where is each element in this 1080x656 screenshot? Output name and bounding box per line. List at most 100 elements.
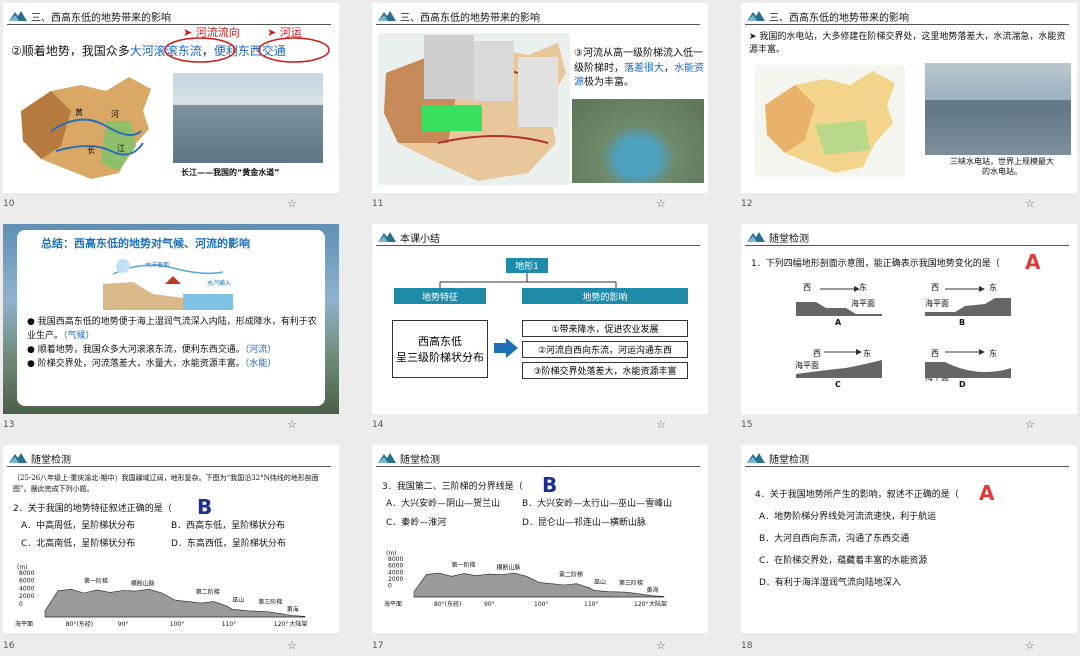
slide-number: 11	[372, 199, 384, 209]
profile-b	[925, 286, 1011, 316]
option-c: C．北高南低，呈阶梯状分布	[21, 539, 136, 549]
profile-a	[796, 286, 882, 316]
slide-title: 随堂检测	[400, 455, 440, 466]
slide-footer: 12 ☆	[741, 196, 1077, 214]
slide-footer: 18 ☆	[741, 638, 1077, 656]
slide-thumb-15[interactable]: 随堂检测 1．下列四幅地形剖面示意图，能正确表示我国地势变化的是（ A 西 东 …	[741, 224, 1077, 414]
slide-text: ②顺着地势，我国众多大河滚滚东流，便利东西交通	[11, 44, 286, 58]
x-tick-label: 110°	[222, 621, 236, 628]
china-hydropower-map	[755, 65, 905, 177]
right-header: 地势的影响	[522, 288, 688, 304]
terrain-profile-chart: (m)80006000400020000第一阶梯第二阶梯第三阶梯横断山脉巫山黄海…	[15, 564, 307, 628]
three-gorges-photo	[925, 63, 1071, 155]
terrain-profile: (m) 8000 6000 4000 2000 0 第一阶梯 第二阶梯 第三阶梯 横断山脉 巫山 黄海…	[15, 553, 315, 629]
slide-number: 15	[741, 420, 753, 430]
slide-thumb-11[interactable]: 三、西高东低的地势带来的影响 ③河流从高一级阶梯流入低一级阶梯时，落差很大，水能…	[372, 3, 708, 193]
map-label: 长	[87, 146, 95, 155]
star-icon[interactable]: ☆	[656, 418, 666, 431]
slide-title: 随堂检测	[31, 455, 71, 466]
step-label: 第一阶梯	[452, 561, 476, 569]
option-d: D．有利于海洋湿润气流向陆地深入	[759, 578, 901, 588]
slide-thumb-17[interactable]: 随堂检测 3．我国第二、三阶梯的分界线是（ B A．大兴安岭—阴山—贺兰山 B．…	[372, 445, 708, 633]
connector-lines	[439, 273, 617, 288]
slide-title: 本课小结	[400, 234, 440, 245]
y-tick-label: 4000	[19, 585, 34, 592]
star-icon[interactable]: ☆	[656, 639, 666, 652]
slide-number: 14	[372, 420, 384, 430]
step-label: 第二阶梯	[559, 571, 583, 579]
slide-thumb-10[interactable]: 三、西高东低的地势带来的影响 ②顺着地势，我国众多大河滚滚东流，便利东西交通 ➤…	[3, 3, 339, 193]
slide-title: 总结：西高东低的地势对气候、河流的影响	[41, 237, 250, 250]
y-tick-label: 2000	[19, 593, 34, 600]
feature-label: 大陆架	[649, 600, 667, 608]
feature-label: 黄海	[287, 605, 299, 613]
slide-header: 三、西高东低的地势带来的影响	[7, 7, 331, 25]
star-icon[interactable]: ☆	[1025, 639, 1035, 652]
annotation-shipping: ➤ 河运	[267, 26, 302, 39]
mountain-icon	[747, 232, 765, 242]
slide-footer: 14 ☆	[372, 417, 708, 435]
bullet-item: ● 顺着地势，我国众多大河滚滚东流，便利东西交通。（河流）	[27, 344, 277, 355]
slide-title: 随堂检测	[769, 234, 809, 245]
x-tick-label: 90°	[118, 621, 129, 628]
option-label: B	[959, 318, 966, 327]
slide-text: ③河流从高一级阶梯流入低一级阶梯时，落差很大，水能资源极为丰富。	[574, 48, 704, 88]
option-label: C	[835, 380, 841, 389]
x-tick-label: 120°	[274, 621, 288, 628]
slide-thumb-14[interactable]: 本课小结 地形1 地势特征 地势的影响 西高东低 呈三级阶梯状分布 ①带来降水，…	[372, 224, 708, 414]
feature-label: 巫山	[594, 578, 606, 586]
slide-number: 18	[741, 641, 753, 651]
star-icon[interactable]: ☆	[1025, 197, 1035, 210]
star-icon[interactable]: ☆	[287, 197, 297, 210]
arrow-right-icon	[494, 338, 518, 358]
slide-title: 三、西高东低的地势带来的影响	[31, 13, 171, 24]
slide-footer: 13 ☆	[3, 417, 339, 435]
option-label: D	[959, 380, 966, 389]
x-tick-label: 80°(东经)	[434, 600, 461, 608]
option-a: A．地势阶梯分界线处河流流速快，利于航运	[759, 512, 937, 522]
slide-thumb-18[interactable]: 随堂检测 4．关于我国地势所产生的影响，叙述不正确的是（ A A．地势阶梯分界线…	[741, 445, 1077, 633]
slide-number: 12	[741, 199, 753, 209]
slide-number: 10	[3, 199, 15, 209]
answer-mark: B	[197, 495, 213, 519]
x-tick-label: 100°	[534, 601, 548, 608]
diagram-label: 水汽输入	[207, 280, 232, 287]
photo-caption: 长江——我国的“黄金水道”	[181, 168, 280, 177]
answer-mark: A	[979, 481, 995, 505]
x-tick-label: 100°	[170, 621, 184, 628]
profile-c	[796, 349, 882, 378]
option-c: C．在阶梯交界处，蕴藏着丰富的水能资源	[759, 556, 928, 566]
star-icon[interactable]: ☆	[656, 197, 666, 210]
slide-footer: 15 ☆	[741, 417, 1077, 435]
slide-thumb-16[interactable]: 随堂检测 （25-26八年级上·重庆渝北·期中）我国疆域辽阔，地形复杂。下图为“…	[3, 445, 339, 633]
slide-thumb-12[interactable]: 三、西高东低的地势带来的影响 ➤ 我国的水电站，大多修建在阶梯交界处，这里地势落…	[741, 3, 1077, 193]
slide-header: 随堂检测	[745, 228, 1069, 246]
y-tick-label: 6000	[19, 578, 34, 585]
answer-mark: B	[542, 473, 558, 497]
slide-footer: 11 ☆	[372, 196, 708, 214]
bullet-list: ● 我国西高东低的地势便于海上湿润气流深入内陆，形成降水，有利于农业生产。（气候…	[27, 316, 317, 372]
slide-header: 三、西高东低的地势带来的影响	[745, 7, 1069, 25]
question-text: 1．下列四幅地形剖面示意图，能正确表示我国地势变化的是（	[751, 259, 1000, 269]
slide-thumb-13[interactable]: 总结：西高东低的地势对气候、河流的影响 大洋表面 水汽输入 ● 我国西高东低的地…	[3, 224, 339, 414]
slide-number: 13	[3, 420, 15, 430]
dam-photo	[572, 99, 704, 183]
mountain-icon	[747, 11, 765, 21]
star-icon[interactable]: ☆	[1025, 418, 1035, 431]
slide-number: 16	[3, 641, 15, 651]
step-label: 第三阶梯	[258, 598, 282, 606]
source-text: （25-26八年级上·重庆渝北·期中）我国疆域辽阔，地形复杂。下图为“我国沿32…	[13, 474, 319, 493]
answer-mark: A	[1025, 250, 1041, 274]
star-icon[interactable]: ☆	[287, 639, 297, 652]
effect-item: ②河流自西向东流，河运沟通东西	[522, 341, 688, 358]
sea-level-label: 海平面	[15, 620, 33, 628]
option-d: D．东高西低，呈阶梯状分布	[171, 539, 286, 549]
star-icon[interactable]: ☆	[287, 418, 297, 431]
question-text: 3．我国第二、三阶梯的分界线是（	[382, 482, 523, 492]
option-label: A	[835, 318, 842, 327]
river-photo	[173, 73, 323, 163]
x-tick-label: 80°(东经)	[66, 620, 93, 628]
bullet-item: ● 阶梯交界处，河流落差大，水量大，水能资源丰富。（水能）	[27, 358, 277, 369]
bullet-item: ● 我国西高东低的地势便于海上湿润气流深入内陆，形成降水，有利于农业生产。（气候…	[27, 317, 317, 341]
y-tick-label: 8000	[19, 570, 34, 577]
